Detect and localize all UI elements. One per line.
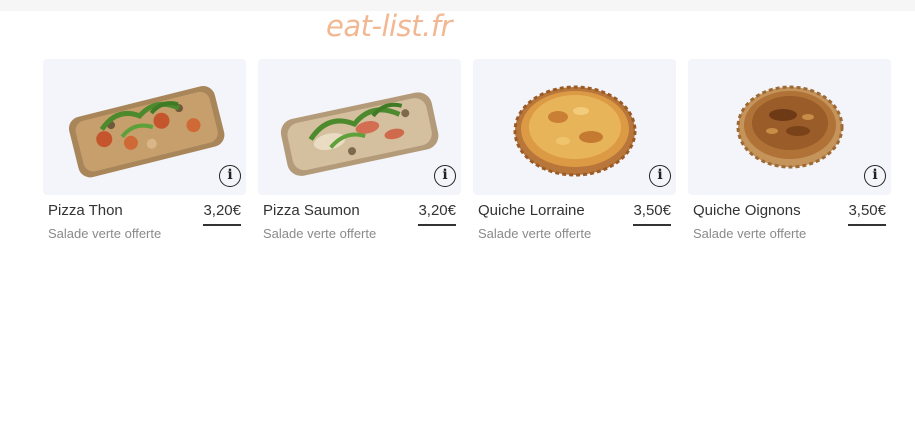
product-price: 3,20€ <box>418 202 456 226</box>
watermark: eat-list.fr <box>326 9 452 43</box>
product-card[interactable]: i Pizza Thon 3,20€ Salade verte offerte <box>43 59 246 249</box>
product-price: 3,50€ <box>848 202 886 226</box>
top-bar <box>0 0 915 11</box>
product-name: Quiche Oignons <box>693 202 801 219</box>
product-name: Pizza Saumon <box>263 202 360 219</box>
product-card[interactable]: i Pizza Saumon 3,20€ Salade verte offert… <box>258 59 461 249</box>
product-price: 3,50€ <box>633 202 671 226</box>
pizza-thon-image[interactable]: i <box>43 59 246 195</box>
info-icon[interactable]: i <box>434 165 456 187</box>
pizza-saumon-illustration <box>280 92 439 176</box>
info-icon[interactable]: i <box>219 165 241 187</box>
quiche-lorraine-image[interactable]: i <box>473 59 676 195</box>
pizza-saumon-image[interactable]: i <box>258 59 461 195</box>
product-card[interactable]: i Quiche Oignons 3,50€ Salade verte offe… <box>688 59 891 249</box>
info-icon[interactable]: i <box>864 165 886 187</box>
product-subtitle: Salade verte offerte <box>263 226 377 241</box>
quiche-lorraine-illustration <box>513 85 637 177</box>
product-subtitle: Salade verte offerte <box>48 226 162 241</box>
quiche-oignons-illustration <box>736 85 844 169</box>
product-grid: i Pizza Thon 3,20€ Salade verte offerte <box>43 59 893 249</box>
product-name: Quiche Lorraine <box>478 202 585 219</box>
product-card[interactable]: i Quiche Lorraine 3,50€ Salade verte off… <box>473 59 676 249</box>
product-price: 3,20€ <box>203 202 241 226</box>
info-icon[interactable]: i <box>649 165 671 187</box>
pizza-thon-illustration <box>68 85 225 178</box>
product-subtitle: Salade verte offerte <box>693 226 807 241</box>
product-subtitle: Salade verte offerte <box>478 226 592 241</box>
product-name: Pizza Thon <box>48 202 123 219</box>
quiche-oignons-image[interactable]: i <box>688 59 891 195</box>
